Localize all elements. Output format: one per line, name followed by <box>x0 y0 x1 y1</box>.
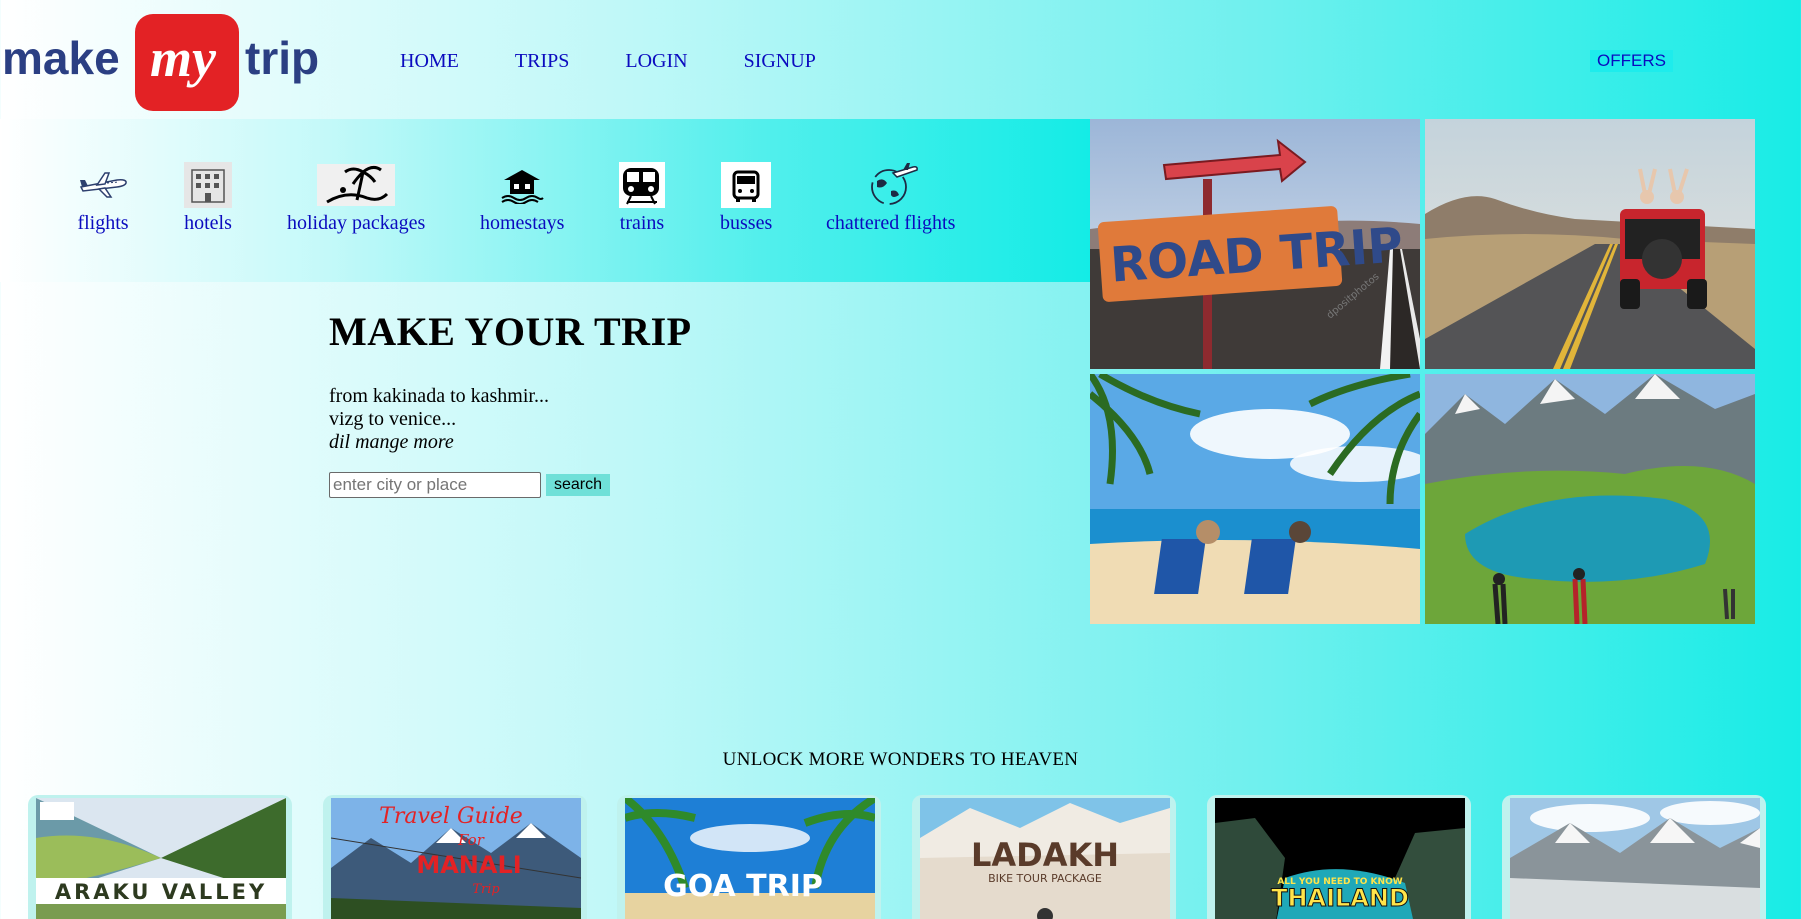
beach-photo <box>1090 374 1420 624</box>
bus-icon <box>721 162 772 208</box>
service-label: hotels <box>184 212 232 234</box>
service-holiday-packages[interactable]: holiday packages <box>287 162 425 235</box>
road-trip-photo: ROAD TRIP dpositphotos <box>1090 119 1420 369</box>
card-manali-line2: For <box>457 831 485 849</box>
card-title-ladakh: LADAKH <box>971 836 1119 874</box>
house-on-water-icon <box>500 162 544 208</box>
section-title: UNLOCK MORE WONDERS TO HEAVEN <box>722 749 1079 770</box>
service-label: homestays <box>480 212 565 234</box>
service-label: busses <box>720 212 773 234</box>
nav-home[interactable]: HOME <box>400 50 459 73</box>
service-flights[interactable]: flights <box>77 162 129 235</box>
hero-section: MAKE YOUR TRIP from kakinada to kashmir.… <box>329 308 692 454</box>
service-label: flights <box>77 212 129 234</box>
search-button[interactable]: search <box>546 474 611 496</box>
tagline-line-3: dil mange more <box>329 431 454 453</box>
airplane-icon <box>77 162 129 208</box>
service-label: chattered flights <box>826 212 956 234</box>
search-input[interactable] <box>329 472 541 498</box>
destination-card-manali[interactable]: Travel Guide For MANALI Trip <box>323 795 587 919</box>
search-bar: search <box>329 472 611 498</box>
destination-card-ladakh[interactable]: LADAKH BIKE TOUR PACKAGE <box>912 795 1176 919</box>
tagline-line-2: vizg to venice... <box>329 408 457 430</box>
logo-text-make: make <box>2 32 120 84</box>
offers-link[interactable]: OFFERS <box>1590 50 1673 72</box>
card-title-araku: ARAKU VALLEY <box>55 880 267 904</box>
nav-signup[interactable]: SIGNUP <box>744 50 816 73</box>
service-chattered-flights[interactable]: chattered flights <box>826 162 955 235</box>
nav-login[interactable]: LOGIN <box>625 50 687 73</box>
card-ladakh-sub: BIKE TOUR PACKAGE <box>988 872 1102 885</box>
jeep-desert-photo <box>1425 119 1755 369</box>
main-nav: HOME TRIPS LOGIN SIGNUP <box>400 50 872 73</box>
card-manali-line1: Travel Guide <box>379 804 523 829</box>
service-homestays[interactable]: homestays <box>480 162 564 235</box>
destination-card-thailand[interactable]: ALL YOU NEED TO KNOW THAILAND <box>1207 795 1471 919</box>
destination-card-mountains[interactable] <box>1502 795 1766 919</box>
service-busses[interactable]: busses <box>720 162 772 235</box>
services-band: flights hotels holiday packages homestay… <box>0 119 1090 282</box>
makemytrip-logo[interactable]: make my trip <box>0 12 330 112</box>
destination-card-goa[interactable]: GOA TRIP <box>617 795 881 919</box>
hotel-building-icon <box>184 162 232 208</box>
mountain-lake-photo <box>1425 374 1755 624</box>
train-icon <box>619 162 665 208</box>
card-manali-line3: MANALI <box>416 851 521 879</box>
globe-plane-icon <box>863 162 919 208</box>
tagline-line-1: from kakinada to kashmir... <box>329 385 549 407</box>
hero-tagline: from kakinada to kashmir... vizg to veni… <box>329 385 692 454</box>
card-manali-line4: Trip <box>472 882 500 897</box>
destination-card-araku[interactable]: ARAKU VALLEY <box>28 795 292 919</box>
service-label: holiday packages <box>287 212 426 234</box>
card-title-goa: GOA TRIP <box>663 869 823 904</box>
hero-title: MAKE YOUR TRIP <box>329 309 692 354</box>
service-trains[interactable]: trains <box>619 162 665 235</box>
service-hotels[interactable]: hotels <box>184 162 232 235</box>
service-label: trains <box>619 212 665 234</box>
nav-trips[interactable]: TRIPS <box>515 50 569 73</box>
logo-text-trip: trip <box>245 32 319 84</box>
card-title-thailand: THAILAND <box>1271 884 1409 912</box>
logo-text-my: my <box>150 28 217 88</box>
beach-palm-icon <box>317 162 396 208</box>
